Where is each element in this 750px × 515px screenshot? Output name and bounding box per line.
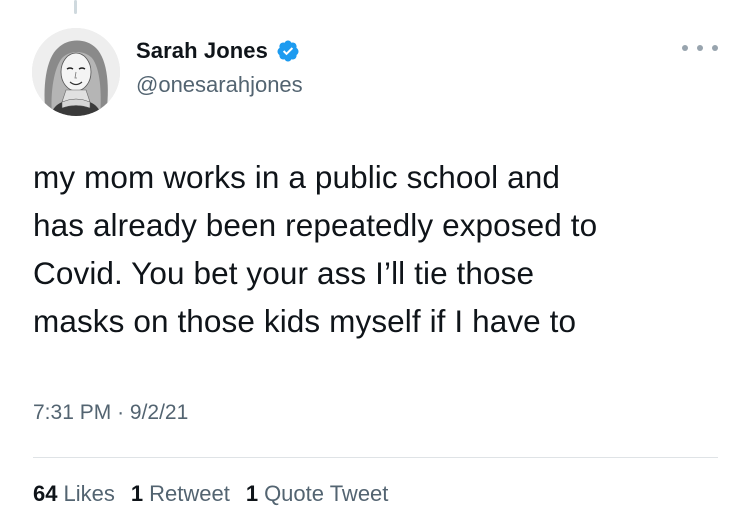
likes-stat[interactable]: 64 Likes: [33, 481, 115, 507]
author-name-row[interactable]: Sarah Jones: [136, 38, 300, 64]
more-dot: [697, 45, 703, 51]
tweet-text-line: my mom works in a public school and: [33, 159, 560, 195]
author-handle[interactable]: @onesarahjones: [136, 72, 303, 98]
tweet-time: 7:31 PM: [33, 401, 112, 424]
engagement-stats: 64 Likes 1 Retweet 1 Quote Tweet: [33, 481, 404, 507]
more-options-icon[interactable]: [682, 38, 718, 58]
tweet-text: my mom works in a public school and has …: [33, 153, 723, 345]
avatar[interactable]: [32, 28, 120, 116]
quote-tweets-label: Quote Tweet: [264, 481, 389, 506]
divider: [33, 457, 718, 458]
profile-photo-icon: [32, 28, 120, 116]
tweet-timestamp[interactable]: 7:31 PM · 9/2/21: [33, 401, 188, 425]
likes-label: Likes: [63, 481, 115, 506]
quote-tweets-count: 1: [245, 481, 259, 506]
more-dot: [682, 45, 688, 51]
tweet-date: 9/2/21: [129, 401, 189, 424]
thread-connector-line: [74, 0, 77, 14]
tweet-text-line: Covid. You bet your ass I’ll tie those: [33, 255, 535, 291]
timestamp-separator: ·: [117, 401, 125, 424]
tweet-text-line: has already been repeatedly exposed to: [33, 207, 598, 243]
author-display-name[interactable]: Sarah Jones: [136, 38, 268, 64]
likes-count: 64: [33, 481, 58, 506]
retweets-label: Retweet: [149, 481, 230, 506]
more-dot: [712, 45, 718, 51]
verified-badge-icon: [276, 39, 300, 63]
quote-tweets-stat[interactable]: 1 Quote Tweet: [246, 481, 389, 507]
tweet-text-line: masks on those kids myself if I have to: [33, 303, 577, 339]
retweets-count: 1: [130, 481, 144, 506]
retweets-stat[interactable]: 1 Retweet: [131, 481, 230, 507]
